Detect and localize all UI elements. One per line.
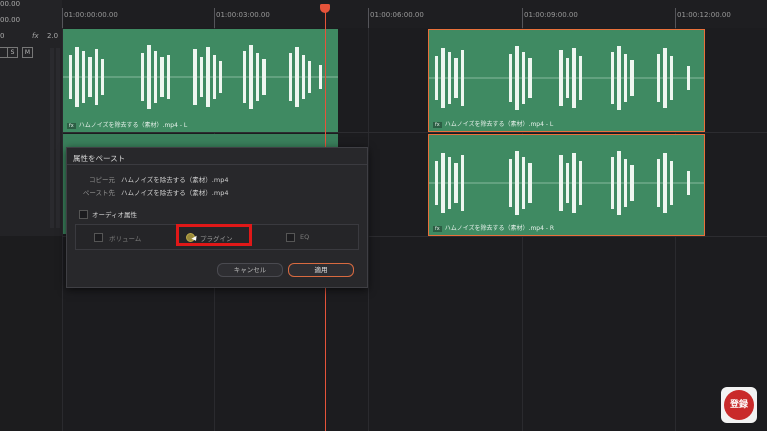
subscribe-badge[interactable]: 登録	[721, 387, 757, 423]
solo-button[interactable]: S	[7, 47, 18, 58]
clip-label: fx ハムノイズを除去する（素材）.mp4 - L	[433, 119, 553, 128]
timeline-header-left: 00.00 00.00	[0, 0, 62, 29]
ruler-label-0: 01:00:00:00.00	[64, 11, 118, 19]
timecode-top: 00.00	[0, 0, 21, 8]
copy-from-value: ハムノイズを除去する（素材）.mp4	[121, 176, 229, 184]
fx-icon[interactable]: fx	[32, 32, 39, 40]
eq-checkbox[interactable]	[286, 233, 295, 242]
ruler-tick	[62, 8, 63, 28]
copy-from-label: コピー元	[89, 176, 115, 184]
track-id: 0	[0, 32, 5, 40]
grid-line	[368, 28, 369, 431]
audio-clip-a-left[interactable]: fx ハムノイズを除去する（素材）.mp4 - L	[63, 29, 338, 132]
clip-name: ハムノイズを除去する（素材）.mp4 - L	[78, 122, 188, 129]
paste-to-value: ハムノイズを除去する（素材）.mp4	[121, 189, 229, 197]
apply-button[interactable]: 適用	[288, 263, 354, 277]
audio-track-header: 0 fx 2.0 S M	[0, 28, 63, 236]
dialog-title: 属性をペースト	[73, 154, 126, 163]
waveform-icon	[429, 46, 704, 110]
clip-name: ハムノイズを除去する（素材）.mp4 - L	[444, 121, 554, 128]
clip-name: ハムノイズを除去する（素材）.mp4 - R	[444, 225, 555, 232]
waveform-icon	[429, 151, 704, 215]
waveform-icon	[63, 45, 338, 109]
audio-meter	[50, 48, 54, 228]
audio-clip-b-right[interactable]: fx ハムノイズを除去する（素材）.mp4 - R	[428, 134, 705, 236]
ruler-label-2: 01:00:06:00.00	[370, 11, 424, 19]
fx-badge: fx	[433, 226, 442, 232]
paste-attributes-dialog: 属性をペースト コピー元 ハムノイズを除去する（素材）.mp4 ペースト先 ハム…	[66, 147, 368, 288]
ruler-tick	[368, 8, 369, 28]
volume-label: ボリューム	[109, 235, 142, 243]
ruler-tick	[214, 8, 215, 28]
track-level: 2.0	[47, 32, 59, 40]
volume-checkbox[interactable]	[94, 233, 103, 242]
audio-attributes-checkbox[interactable]	[79, 210, 88, 219]
plugins-highlight-box	[176, 224, 252, 246]
timecode-left: 00.00	[0, 16, 21, 24]
clip-label: fx ハムノイズを除去する（素材）.mp4 - R	[433, 223, 554, 232]
ruler-tick	[675, 8, 676, 28]
divider	[67, 164, 367, 165]
fx-badge: fx	[67, 123, 76, 129]
subscribe-badge-text: 登録	[724, 390, 754, 420]
mute-button[interactable]: M	[22, 47, 33, 58]
ruler-label-3: 01:00:09:00.00	[524, 11, 578, 19]
ruler-tick	[522, 8, 523, 28]
audio-clip-b-left[interactable]: fx ハムノイズを除去する（素材）.mp4 - L	[428, 29, 705, 132]
time-ruler[interactable]: 01:00:00:00.00 01:00:03:00.00 01:00:06:0…	[62, 0, 767, 29]
track-divider	[62, 132, 767, 133]
audio-attributes-label: オーディオ属性	[92, 211, 138, 219]
ruler-label-4: 01:00:12:00.00	[677, 11, 731, 19]
fx-badge: fx	[433, 122, 442, 128]
clip-label: fx ハムノイズを除去する（素材）.mp4 - L	[67, 120, 187, 129]
audio-meter	[56, 48, 60, 228]
ruler-label-1: 01:00:03:00.00	[216, 11, 270, 19]
cancel-button[interactable]: キャンセル	[217, 263, 283, 277]
eq-label: EQ	[300, 233, 310, 241]
paste-to-label: ペースト先	[82, 189, 115, 197]
